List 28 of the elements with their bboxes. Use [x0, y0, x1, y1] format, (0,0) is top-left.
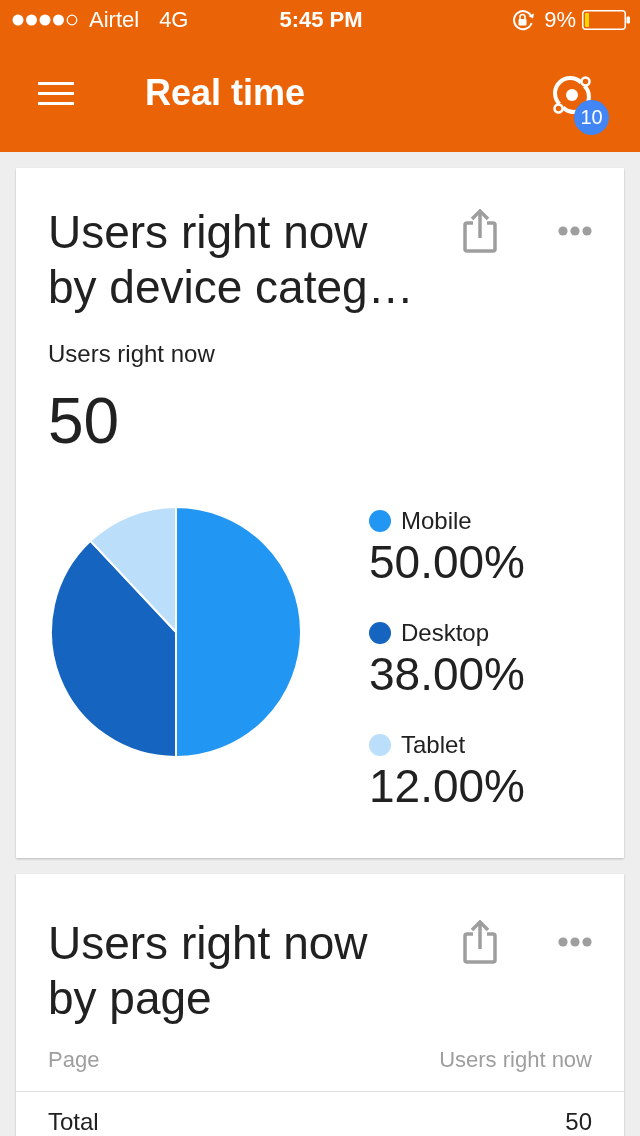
- metric-value: 50: [48, 385, 121, 457]
- legend-value: 12.00%: [369, 760, 525, 812]
- card-title: Users right now by page: [48, 916, 369, 1026]
- legend-label: Mobile: [401, 506, 472, 536]
- signal-icon: [12, 14, 78, 26]
- network-type: 4G: [159, 7, 189, 33]
- legend-value: 38.00%: [369, 648, 525, 700]
- carrier-name: Airtel: [89, 7, 140, 33]
- battery-percent: 9%: [544, 7, 576, 33]
- legend-label: Desktop: [401, 618, 490, 648]
- table-cell: 50: [565, 1108, 592, 1136]
- menu-icon[interactable]: [38, 81, 74, 105]
- legend-label: Tablet: [401, 730, 466, 760]
- column-header: Page: [48, 1047, 100, 1073]
- status-time: 5:45 PM: [279, 7, 363, 33]
- legend-value: 50.00%: [369, 536, 525, 588]
- card-title: Users right now by device categ…: [48, 205, 415, 315]
- battery-icon: [582, 10, 630, 30]
- column-header: Users right now: [439, 1047, 592, 1073]
- share-icon[interactable]: [463, 209, 497, 253]
- metric-label: Users right now: [48, 339, 216, 369]
- share-icon[interactable]: [463, 920, 497, 964]
- more-icon[interactable]: [558, 937, 592, 947]
- app-title: Real time: [145, 71, 306, 115]
- notification-badge: 10: [574, 100, 609, 135]
- rotation-lock-icon: [511, 9, 536, 31]
- more-icon[interactable]: [558, 226, 592, 236]
- table-cell: Total: [48, 1108, 99, 1136]
